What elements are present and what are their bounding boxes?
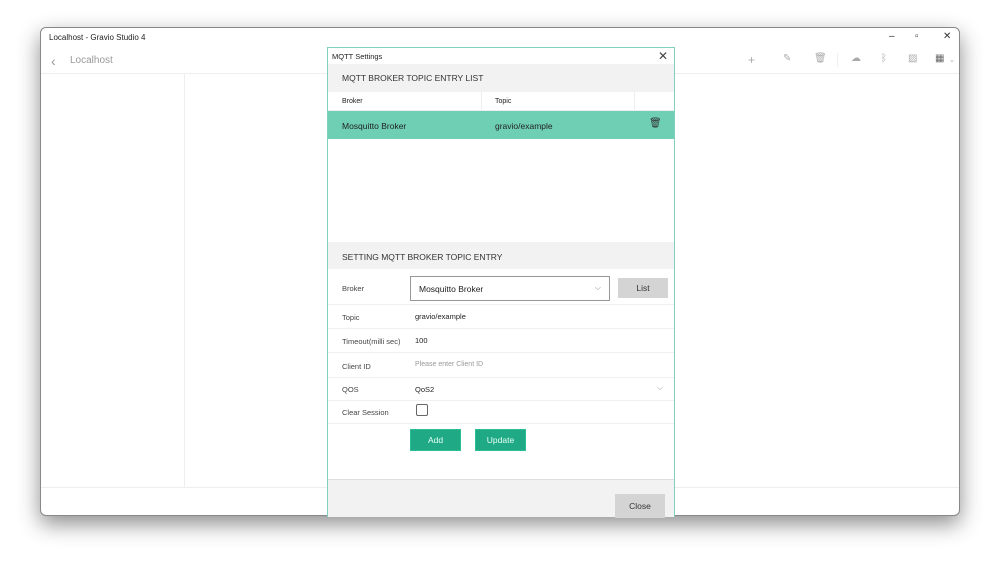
chevron-down-icon: ⌵	[594, 283, 601, 292]
broker-select[interactable]: Mosquitto Broker ⌵	[410, 276, 610, 301]
add-icon[interactable]: +	[748, 53, 755, 67]
add-button[interactable]: Add	[410, 429, 461, 451]
row-topic: gravio/example	[495, 121, 553, 131]
clear-session-label: Clear Session	[342, 408, 389, 417]
toolbar-divider	[837, 53, 838, 67]
column-topic: Topic	[495, 98, 512, 105]
list-section-header: MQTT BROKER TOPIC ENTRY LIST	[328, 64, 674, 92]
qos-label: QOS	[342, 385, 359, 394]
broker-label: Broker	[342, 284, 365, 293]
breadcrumb: Localhost	[70, 55, 113, 66]
delete-icon[interactable]: 🗑	[814, 53, 827, 64]
update-button[interactable]: Update	[475, 429, 526, 451]
chevron-down-icon: ⌵	[656, 383, 663, 392]
timeout-label: Timeout(milli sec)	[342, 337, 401, 346]
topic-input[interactable]: gravio/example	[415, 312, 466, 321]
layout-icon[interactable]: ▦	[935, 53, 944, 64]
client-id-input[interactable]: Please enter Client ID	[415, 361, 483, 368]
clear-session-checkbox[interactable]	[416, 404, 428, 416]
image-icon[interactable]: ▨	[908, 53, 917, 64]
topic-label: Topic	[342, 313, 360, 322]
dialog-close-icon[interactable]: ✕	[658, 49, 668, 63]
minimize-button[interactable]: –	[889, 31, 895, 42]
back-icon[interactable]: ‹	[51, 53, 56, 69]
bluetooth-icon[interactable]: ᛒ	[881, 53, 887, 64]
column-broker: Broker	[342, 98, 363, 105]
table-header: Broker Topic	[328, 92, 674, 111]
timeout-input[interactable]: 100	[415, 336, 428, 345]
left-panel-divider	[184, 74, 185, 487]
setting-section-header: SETTING MQTT BROKER TOPIC ENTRY	[328, 242, 674, 269]
dialog-footer: Close	[328, 479, 674, 518]
client-id-label: Client ID	[342, 362, 371, 371]
broker-select-value: Mosquitto Broker	[419, 284, 484, 294]
maximize-button[interactable]: ▫	[915, 31, 919, 42]
mqtt-cloud-icon[interactable]: ☁	[851, 53, 861, 64]
dialog-title: MQTT Settings	[332, 52, 383, 61]
trash-icon[interactable]: 🗑	[649, 118, 662, 129]
qos-select[interactable]: QoS2 ⌵	[415, 378, 665, 400]
list-button[interactable]: List	[618, 278, 668, 298]
close-window-button[interactable]: ✕	[943, 31, 951, 42]
close-button[interactable]: Close	[615, 494, 665, 518]
row-broker: Mosquitto Broker	[342, 121, 407, 131]
mqtt-settings-dialog: MQTT Settings ✕ MQTT BROKER TOPIC ENTRY …	[327, 47, 675, 518]
qos-value: QoS2	[415, 385, 435, 394]
table-row[interactable]: Mosquitto Broker gravio/example 🗑	[328, 111, 674, 139]
window-title: Localhost - Gravio Studio 4	[49, 33, 146, 42]
chevron-down-icon[interactable]: ⌄	[949, 56, 955, 64]
edit-icon[interactable]: ✎	[783, 53, 791, 64]
